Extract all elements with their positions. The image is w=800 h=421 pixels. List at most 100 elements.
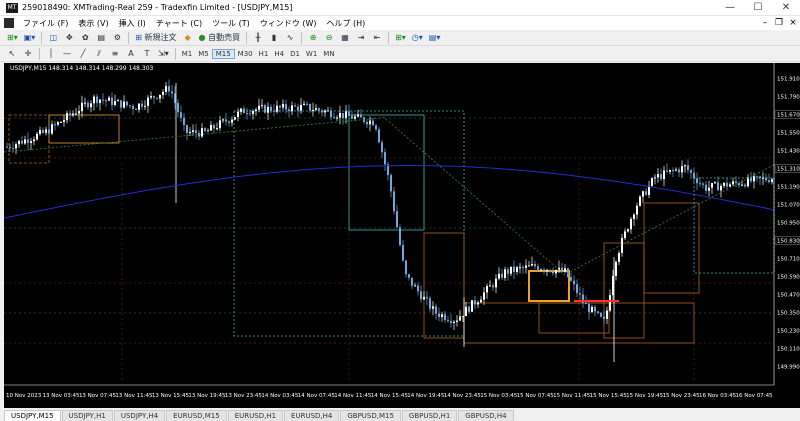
cursor-icon[interactable]: ↖ xyxy=(5,47,19,61)
metaeditor-icon[interactable]: ◆ xyxy=(181,31,195,45)
tab-eurusd-m15[interactable]: EURUSD,M15 xyxy=(166,410,227,421)
candle-body xyxy=(504,269,506,278)
candle-body xyxy=(507,269,509,274)
candle-body xyxy=(228,121,230,123)
label-tool-button[interactable]: T xyxy=(140,47,154,61)
text-tool-button[interactable]: A xyxy=(124,47,138,61)
candle-chart-icon[interactable]: ▮ xyxy=(267,31,281,45)
mdi-close-icon[interactable]: × xyxy=(786,18,800,28)
candle-body xyxy=(375,125,377,130)
zoom-out-icon[interactable]: ⊖ xyxy=(322,31,336,45)
menu-chart[interactable]: チャート (C) xyxy=(156,18,202,29)
candle-body xyxy=(267,106,269,113)
price-chart[interactable]: 151.910 151.790 151.550 151.430 151.190 151.0… xyxy=(3,63,800,408)
horizontal-line-icon[interactable]: — xyxy=(60,47,74,61)
tab-eurusd-h1[interactable]: EURUSD,H1 xyxy=(227,410,284,421)
bar-chart-icon[interactable]: ╫ xyxy=(251,31,265,45)
candle-body xyxy=(201,128,203,137)
candle-body xyxy=(126,101,128,106)
candle-body xyxy=(534,264,536,267)
trendline-icon[interactable]: ╱ xyxy=(76,47,90,61)
time-tick-label: 15 Nov 11:45 xyxy=(553,393,591,399)
profiles-icon[interactable]: ▣▾ xyxy=(22,31,38,45)
menu-help[interactable]: ヘルプ (H) xyxy=(326,18,365,29)
market-watch-icon[interactable]: ◫ xyxy=(46,31,60,45)
mdi-restore-icon[interactable]: ❐ xyxy=(772,18,786,28)
tab-gbpusd-h1[interactable]: GBPUSD,H1 xyxy=(401,410,458,421)
timeframe-m15[interactable]: M15 xyxy=(211,48,235,59)
chart-window-icon[interactable] xyxy=(4,18,14,28)
tester-icon[interactable]: ⚙ xyxy=(110,31,124,45)
maximize-button[interactable]: ☐ xyxy=(744,0,772,16)
timeframe-m1[interactable]: M1 xyxy=(179,50,196,58)
candle-body xyxy=(381,142,383,153)
tab-usdjpy-m15[interactable]: USDJPY,M15 xyxy=(4,410,61,421)
navigator-icon[interactable]: ✿ xyxy=(78,31,92,45)
candle-body xyxy=(114,101,116,105)
minimize-button[interactable]: — xyxy=(716,0,744,16)
timeframe-h4[interactable]: H4 xyxy=(271,50,287,58)
timeframe-mn[interactable]: MN xyxy=(320,50,337,58)
timeframe-d1[interactable]: D1 xyxy=(287,50,303,58)
candle-body xyxy=(384,152,386,165)
candle-body xyxy=(354,116,356,119)
candle-body xyxy=(465,306,467,317)
candle-body xyxy=(681,166,683,173)
terminal-icon[interactable]: ▤ xyxy=(94,31,108,45)
candle-body xyxy=(450,321,452,323)
tile-windows-icon[interactable]: ▦ xyxy=(338,31,352,45)
menu-window[interactable]: ウィンドウ (W) xyxy=(260,18,317,29)
candle-body xyxy=(276,105,278,112)
tab-gbpusd-h4[interactable]: GBPUSD,H4 xyxy=(458,410,514,421)
periods-icon[interactable]: ◷▾ xyxy=(410,31,425,45)
vertical-line-icon[interactable]: │ xyxy=(44,47,58,61)
tab-usdjpy-h4[interactable]: USDJPY,H4 xyxy=(113,410,166,421)
arrows-icon[interactable]: ⇲▾ xyxy=(156,47,171,61)
timeframe-m30[interactable]: M30 xyxy=(235,50,256,58)
tab-eurusd-h4[interactable]: EURUSD,H4 xyxy=(284,410,340,421)
time-tick-label: 14 Nov 11:45 xyxy=(334,393,372,399)
candle-body xyxy=(240,108,242,112)
candle-body xyxy=(348,111,350,116)
candle-body xyxy=(735,181,737,183)
new-chart-icon[interactable]: ⊞▾ xyxy=(5,31,20,45)
candle-body xyxy=(321,110,323,113)
timeframe-w1[interactable]: W1 xyxy=(303,50,320,58)
auto-trade-button[interactable]: ● 自動売買 xyxy=(197,31,243,45)
menu-bar: ファイル (F) 表示 (V) 挿入 (I) チャート (C) ツール (T) … xyxy=(0,16,800,30)
candle-body xyxy=(744,184,746,187)
data-window-icon[interactable]: ✥ xyxy=(62,31,76,45)
chart-canvas[interactable]: 151.910 151.790 151.550 151.430 151.190 151.0… xyxy=(3,63,800,408)
new-order-button[interactable]: ⊞ 新規注文 xyxy=(133,31,178,45)
candle-body xyxy=(108,97,110,101)
crosshair-icon[interactable]: ✛ xyxy=(21,47,35,61)
close-button[interactable]: ✕ xyxy=(772,0,800,16)
timeframe-m5[interactable]: M5 xyxy=(195,50,212,58)
tab-gbpusd-m15[interactable]: GBPUSD,M15 xyxy=(340,410,401,421)
candle-body xyxy=(756,176,758,178)
candle-body xyxy=(195,130,197,134)
indicators-icon[interactable]: ⊞▾ xyxy=(393,31,408,45)
menu-file[interactable]: ファイル (F) xyxy=(23,18,68,29)
candle-body xyxy=(156,97,158,99)
tab-usdjpy-h1[interactable]: USDJPY,H1 xyxy=(61,410,113,421)
channel-icon[interactable]: ⫽ xyxy=(92,47,106,61)
mdi-minimize-icon[interactable]: – xyxy=(758,18,772,28)
timeframe-h1[interactable]: H1 xyxy=(256,50,272,58)
menu-insert[interactable]: 挿入 (I) xyxy=(119,18,146,29)
menu-view[interactable]: 表示 (V) xyxy=(78,18,108,29)
autoscroll-icon[interactable]: ⇤ xyxy=(370,31,384,45)
candle-body xyxy=(444,314,446,320)
templates-icon[interactable]: ▤▾ xyxy=(427,31,443,45)
line-chart-icon[interactable]: ∿ xyxy=(283,31,297,45)
menu-tools[interactable]: ツール (T) xyxy=(212,18,250,29)
zoom-in-icon[interactable]: ⊕ xyxy=(306,31,320,45)
candle-body xyxy=(753,176,755,182)
fibonacci-icon[interactable]: ≡ xyxy=(108,47,122,61)
candle-body xyxy=(492,285,494,288)
candle-body xyxy=(666,170,668,172)
candle-body xyxy=(222,119,224,121)
candle-body xyxy=(501,273,503,278)
chart-shift-icon[interactable]: ⇥ xyxy=(354,31,368,45)
candle-body xyxy=(663,170,665,180)
